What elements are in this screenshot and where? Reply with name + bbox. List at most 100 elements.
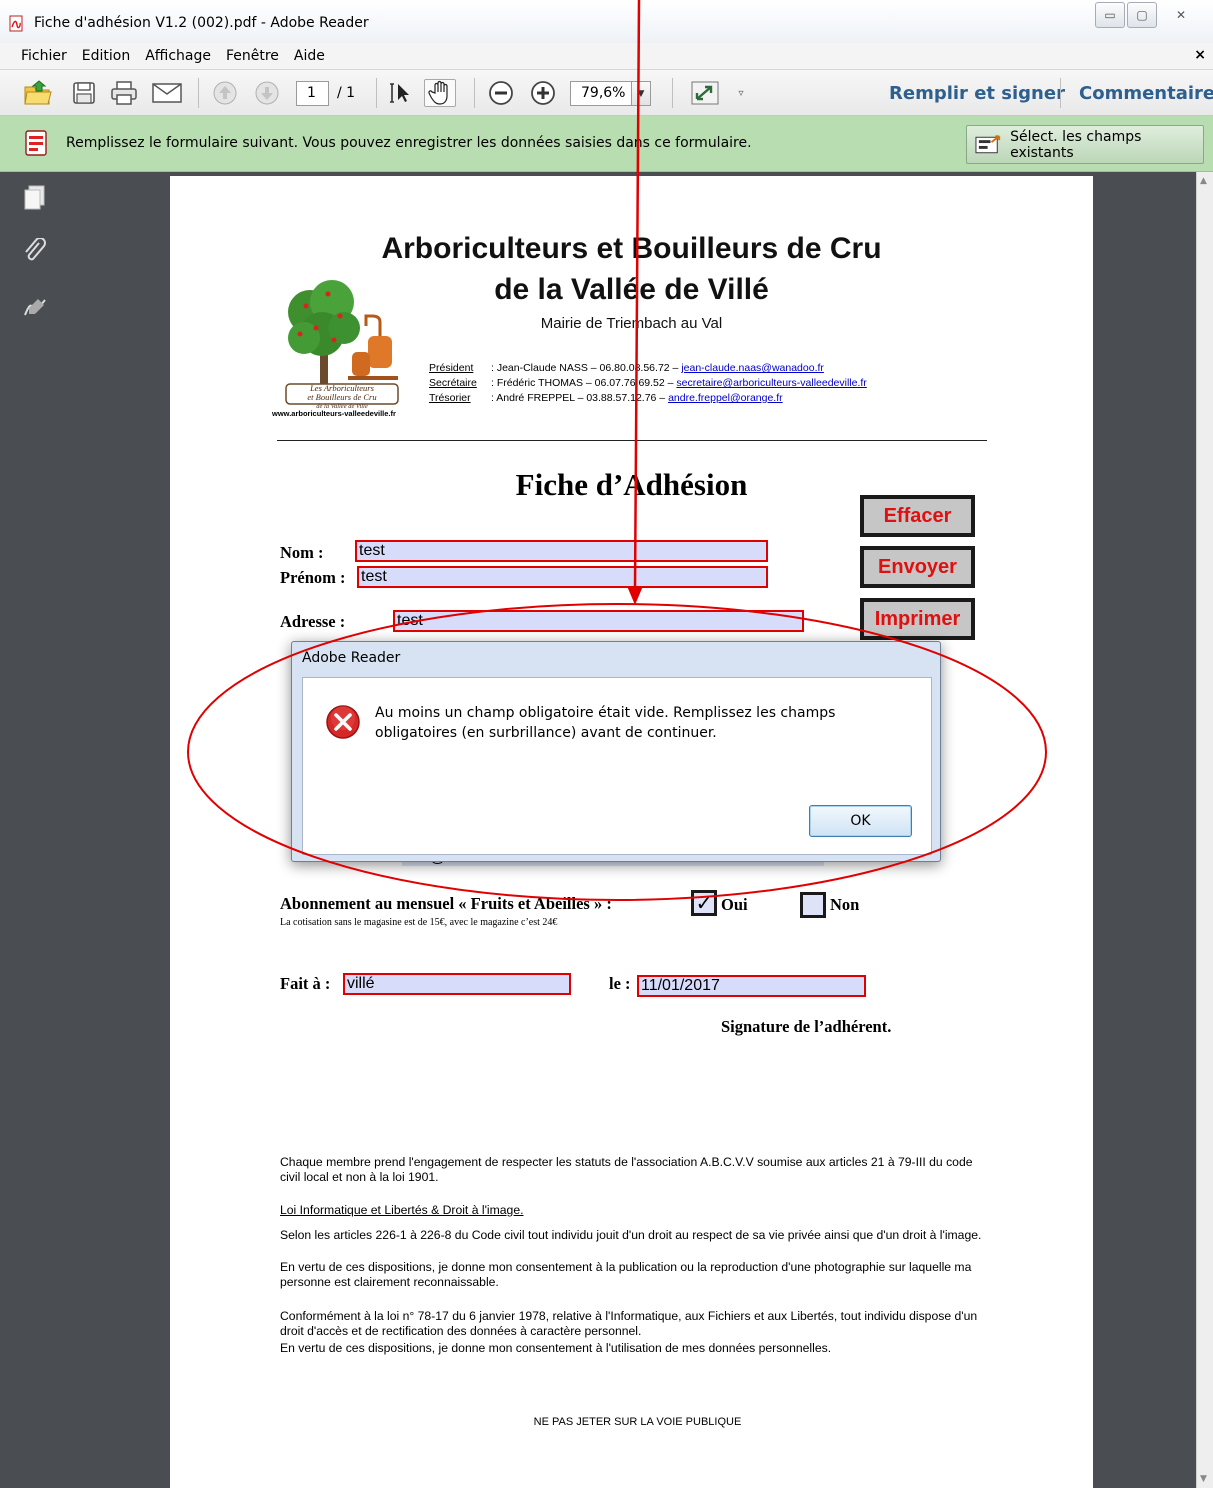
- title-bar: Fiche d'adhésion V1.2 (002).pdf - Adobe …: [0, 0, 1213, 43]
- website-caption: www.arboriculteurs-valleedeville.fr: [272, 409, 396, 418]
- contact-role: Président: [429, 362, 474, 374]
- page-total: / 1: [337, 85, 356, 101]
- menu-affichage[interactable]: Affichage: [145, 48, 211, 64]
- previous-page-button[interactable]: [210, 79, 240, 107]
- scroll-down-icon[interactable]: ▼: [1200, 1474, 1207, 1484]
- fit-icon: [691, 81, 719, 105]
- open-button[interactable]: [22, 79, 54, 107]
- contact-text: : Jean-Claude NASS – 06.80.08.56.72 –: [491, 362, 682, 374]
- signature-icon[interactable]: [22, 295, 48, 321]
- logo-text: Les Arboriculteurs et Bouilleurs de Cru …: [286, 384, 398, 411]
- pdf-icon: [9, 15, 23, 32]
- menu-fenetre[interactable]: Fenêtre: [226, 48, 279, 64]
- zoom-out-icon: [489, 81, 513, 105]
- treasurer-email-link[interactable]: andre.freppel@orange.fr: [668, 392, 783, 404]
- maximize-button[interactable]: ▢: [1127, 2, 1157, 28]
- contact-secretary: Secrétaire : Frédéric THOMAS – 06.07.76.6…: [429, 377, 867, 389]
- page-down-icon: [255, 81, 279, 105]
- error-dialog: Adobe Reader Au moins un champ obligatoi…: [291, 641, 941, 862]
- attachment-icon[interactable]: [22, 238, 48, 264]
- menu-aide[interactable]: Aide: [294, 48, 325, 64]
- fait-a-label: Fait à :: [280, 974, 331, 993]
- hand-tool-button[interactable]: [424, 79, 456, 107]
- close-icon: ✕: [1175, 8, 1187, 22]
- dialog-title: Adobe Reader: [302, 650, 401, 666]
- window-title: Fiche d'adhésion V1.2 (002).pdf - Adobe …: [34, 15, 369, 31]
- comment-link[interactable]: Commentaire: [1079, 83, 1213, 104]
- secretary-email-link[interactable]: secretaire@arboriculteurs-valleedeville.…: [676, 377, 866, 389]
- select-existing-fields-button[interactable]: Sélect. les champs existants: [966, 125, 1204, 164]
- president-email-link[interactable]: jean-claude.naas@wanadoo.fr: [681, 362, 824, 374]
- org-title-line1: Arboriculteurs et Bouilleurs de Cru: [381, 232, 882, 265]
- subscription-no-label: Non: [830, 895, 860, 914]
- statutes-paragraph: Chaque membre prend l'engagement de resp…: [280, 1155, 973, 1184]
- save-icon: [73, 82, 95, 104]
- ok-button[interactable]: OK: [809, 805, 912, 837]
- customize-icon: ▿: [738, 87, 744, 99]
- menu-fichier[interactable]: Fichier: [21, 48, 67, 64]
- fit-page-button[interactable]: [688, 79, 722, 107]
- date-label: le :: [609, 974, 631, 993]
- select-fields-icon: [975, 134, 1001, 153]
- print-form-button[interactable]: Imprimer: [860, 598, 975, 640]
- place-field[interactable]: villé: [343, 973, 571, 995]
- contact-role: Secrétaire: [429, 377, 477, 389]
- customize-toolbar-button[interactable]: ▿: [733, 79, 749, 107]
- form-message: Remplissez le formulaire suivant. Vous p…: [66, 135, 752, 151]
- hand-tool-icon: [428, 80, 448, 105]
- email-button[interactable]: [150, 79, 184, 107]
- contact-text: : André FREPPEL – 03.88.57.12.76 –: [491, 392, 669, 404]
- subscription-note: La cotisation sans le magasine est de 15…: [280, 917, 558, 928]
- close-window-button[interactable]: ✕: [1159, 2, 1203, 28]
- form-notification-bar: Remplissez le formulaire suivant. Vous p…: [0, 116, 1213, 172]
- select-cursor-icon: [390, 83, 409, 103]
- menu-bar: Fichier Edition Affichage Fenêtre Aide ×: [0, 43, 1213, 70]
- footer-note: NE PAS JETER SUR LA VOIE PUBLIQUE: [533, 1416, 742, 1428]
- date-field[interactable]: 11/01/2017: [637, 975, 866, 997]
- print-button[interactable]: [108, 79, 140, 107]
- data-law-paragraph: Conformément à la loi n° 78-17 du 6 janv…: [280, 1309, 978, 1338]
- next-page-button[interactable]: [252, 79, 282, 107]
- minimize-button[interactable]: ▭: [1095, 2, 1125, 28]
- chevron-down-icon: ▼: [637, 88, 645, 99]
- form-icon: [25, 130, 47, 156]
- zoom-out-button[interactable]: [486, 79, 516, 107]
- zoom-in-icon: [531, 81, 555, 105]
- contact-text: : Frédéric THOMAS – 06.07.76.69.52 –: [491, 377, 677, 389]
- zoom-dropdown-button[interactable]: ▼: [632, 81, 651, 106]
- zoom-input[interactable]: 79,6%: [570, 81, 632, 106]
- zoom-in-button[interactable]: [528, 79, 558, 107]
- adresse-field[interactable]: test: [393, 610, 804, 632]
- subscription-label: Abonnement au mensuel « Fruits et Abeill…: [280, 894, 612, 913]
- dialog-message: Au moins un champ obligatoire était vide…: [375, 705, 836, 741]
- nom-label: Nom :: [280, 543, 324, 562]
- print-icon: [111, 81, 137, 105]
- photo-consent-paragraph: En vertu de ces dispositions, je donne m…: [280, 1260, 972, 1289]
- scroll-up-icon[interactable]: ▲: [1200, 176, 1207, 186]
- page-number-input[interactable]: 1: [296, 81, 329, 106]
- subscription-no-checkbox[interactable]: [800, 892, 826, 918]
- send-form-button[interactable]: Envoyer: [860, 546, 975, 588]
- nom-field[interactable]: test: [355, 540, 768, 562]
- menu-edition[interactable]: Edition: [82, 48, 130, 64]
- dialog-body: Au moins un champ obligatoire était vide…: [302, 677, 932, 855]
- minimize-icon: ▭: [1104, 8, 1116, 22]
- subscription-yes-checkbox[interactable]: ✓: [691, 890, 717, 916]
- contact-treasurer: Trésorier: André FREPPEL – 03.88.57.12.7…: [429, 392, 783, 404]
- save-button[interactable]: [69, 79, 99, 107]
- select-tool-button[interactable]: [386, 79, 416, 107]
- toolbar: 1 / 1 79,6% ▼ ▿ Remplir et signer Commen…: [0, 70, 1213, 116]
- law-heading: Loi Informatique et Libertés & Droit à l…: [280, 1203, 524, 1217]
- adresse-label: Adresse :: [280, 612, 346, 631]
- maximize-icon: ▢: [1136, 8, 1148, 22]
- navigation-panel: [0, 172, 62, 1488]
- pages-icon[interactable]: [22, 184, 48, 210]
- close-document-icon[interactable]: ×: [1194, 47, 1206, 63]
- prenom-label: Prénom :: [280, 568, 346, 587]
- clear-form-button[interactable]: Effacer: [860, 495, 975, 537]
- prenom-field[interactable]: test: [357, 566, 768, 588]
- header-divider: [277, 440, 987, 441]
- fill-and-sign-link[interactable]: Remplir et signer: [889, 83, 1065, 104]
- vertical-scrollbar[interactable]: ▲ ▼: [1196, 172, 1213, 1488]
- error-icon: [326, 705, 360, 739]
